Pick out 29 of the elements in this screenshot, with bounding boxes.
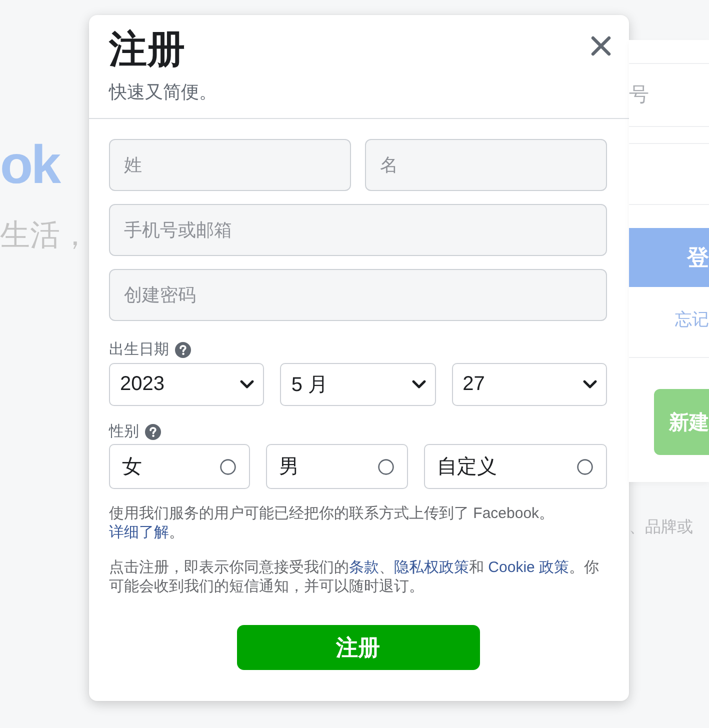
notice-text: 点击注册，即表示你同意接受我们的条款、隐私权政策和 Cookie 政策。你可能会收到我们的短信通知，并可以随时退订。 xyxy=(109,558,600,596)
email-field[interactable]: 号 xyxy=(629,63,709,127)
gender-label: 性别 xyxy=(109,423,139,441)
gender-option[interactable]: 男 xyxy=(266,444,408,489)
chevron-down-icon xyxy=(240,380,254,389)
given-name-field[interactable]: 名 xyxy=(365,139,607,191)
year-select[interactable]: 2023 xyxy=(109,363,264,406)
text-link[interactable]: 详细了解 xyxy=(109,524,169,541)
gender-option[interactable]: 自定义 xyxy=(424,444,607,489)
chevron-down-icon xyxy=(582,380,597,389)
help-icon[interactable] xyxy=(145,424,161,440)
surname-field[interactable]: 姓 xyxy=(109,139,351,191)
text-link[interactable]: 条款 xyxy=(349,559,379,576)
notice-text: 使用我们服务的用户可能已经把你的联系方式上传到了 Facebook。 详细了解。 xyxy=(109,504,556,542)
day-select[interactable]: 27 xyxy=(452,363,607,406)
birthday-label: 出生日期 xyxy=(109,341,169,359)
chevron-down-icon xyxy=(412,380,426,389)
month-select[interactable]: 5 月 xyxy=(280,363,436,406)
footer-text: 、品牌或 xyxy=(629,518,694,538)
logo-text: ok xyxy=(0,134,61,196)
dialog-subtitle: 快速又简便。 xyxy=(109,81,217,104)
text-link[interactable]: 隐私权政策 xyxy=(394,559,469,576)
close-icon[interactable] xyxy=(591,36,611,56)
password-field[interactable]: 创建密码 xyxy=(109,269,607,321)
text-link[interactable]: Cookie 政策 xyxy=(488,559,570,576)
help-icon[interactable] xyxy=(175,342,191,358)
dialog-title: 注册 xyxy=(109,28,186,73)
gender-option[interactable]: 女 xyxy=(109,444,250,489)
phone-email-field[interactable]: 手机号或邮箱 xyxy=(109,204,607,256)
